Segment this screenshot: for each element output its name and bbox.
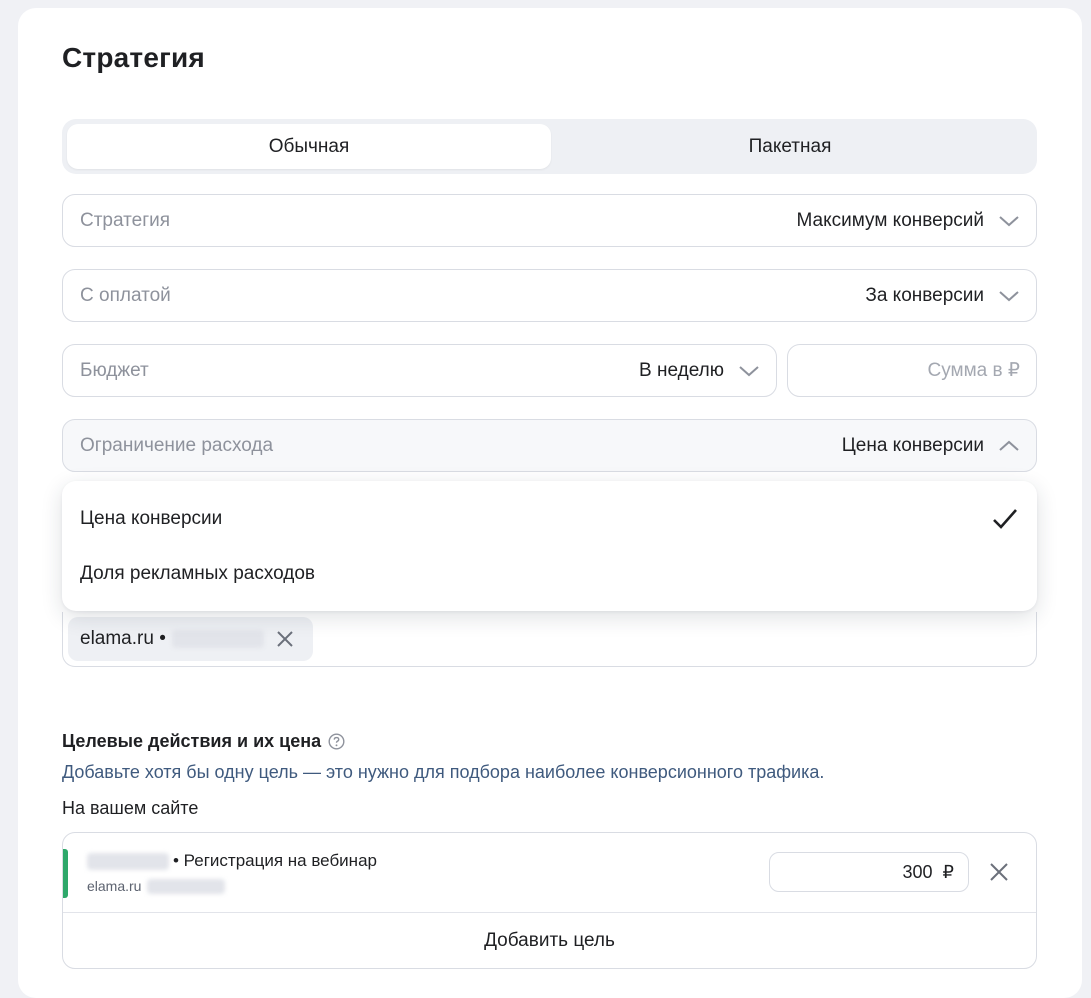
redacted-goal-counter — [147, 878, 226, 894]
goals-subtitle: На вашем сайте — [62, 798, 199, 818]
dropdown-option-label: Цена конверсии — [80, 508, 223, 529]
budget-period-select[interactable]: Бюджет В неделю — [62, 344, 777, 397]
goal-price-input[interactable]: 300 ₽ — [769, 852, 969, 892]
spend-limit-dropdown: Цена конверсии Доля рекламных расходов — [62, 481, 1037, 611]
chevron-down-icon — [999, 215, 1019, 226]
budget-amount-input[interactable]: Сумма в ₽ — [787, 344, 1037, 397]
chevron-down-icon — [739, 365, 759, 376]
counter-chip: elama.ru • — [68, 617, 313, 661]
add-goal-button[interactable]: Добавить цель — [63, 913, 1036, 968]
dropdown-option-label: Доля рекламных расходов — [80, 563, 316, 584]
goal-price-currency: ₽ — [942, 861, 954, 882]
goals-description: Добавьте хотя бы одну цель — это нужно д… — [62, 762, 825, 782]
page-title: Стратегия — [62, 42, 205, 73]
chevron-down-icon — [999, 290, 1019, 301]
chevron-up-icon — [999, 440, 1019, 451]
check-icon — [993, 509, 1017, 529]
spend-limit-label: Ограничение расхода — [80, 434, 274, 456]
goal-name: • Регистрация на вебинар — [87, 851, 377, 871]
close-icon[interactable] — [275, 629, 295, 649]
payment-select-value: За конверсии — [865, 284, 984, 306]
strategy-type-switch: Обычная Пакетная — [62, 119, 1037, 174]
strategy-select-value: Максимум конверсий — [796, 209, 984, 231]
goal-name-text: • Регистрация на вебинар — [173, 851, 377, 870]
close-icon[interactable] — [988, 861, 1010, 883]
redacted-goal-id — [87, 852, 169, 870]
budget-select-label: Бюджет — [80, 359, 149, 381]
help-circle-icon[interactable] — [328, 733, 345, 750]
strategy-select-label: Стратегия — [80, 209, 171, 231]
payment-select[interactable]: С оплатой За конверсии — [62, 269, 1037, 322]
dropdown-option-conversion-price[interactable]: Цена конверсии — [62, 494, 1037, 544]
payment-select-label: С оплатой — [80, 284, 171, 306]
redacted-counter-id — [171, 630, 264, 648]
goal-price-value: 300 — [902, 861, 933, 882]
tab-package[interactable]: Пакетная — [548, 124, 1032, 169]
dropdown-option-ad-spend-share[interactable]: Доля рекламных расходов — [62, 549, 1037, 599]
goals-section-title: Целевые действия и их цена — [62, 731, 345, 752]
goal-accent-bar — [63, 849, 68, 898]
counter-field[interactable]: elama.ru • — [62, 612, 1037, 667]
counter-chip-label: elama.ru • — [80, 628, 166, 649]
goals-list: • Регистрация на вебинар elama.ru 300 ₽ … — [62, 832, 1037, 969]
goal-site: elama.ru — [87, 878, 226, 894]
budget-amount-placeholder: Сумма в ₽ — [927, 360, 1020, 381]
strategy-select[interactable]: Стратегия Максимум конверсий — [62, 194, 1037, 247]
spend-limit-value: Цена конверсии — [841, 434, 984, 456]
goal-site-text: elama.ru — [87, 878, 142, 894]
budget-select-value: В неделю — [639, 359, 724, 381]
tab-regular[interactable]: Обычная — [67, 124, 551, 169]
spend-limit-select[interactable]: Ограничение расхода Цена конверсии — [62, 419, 1037, 472]
goals-title-text: Целевые действия и их цена — [62, 731, 322, 751]
goal-item: • Регистрация на вебинар elama.ru 300 ₽ — [63, 833, 1036, 913]
